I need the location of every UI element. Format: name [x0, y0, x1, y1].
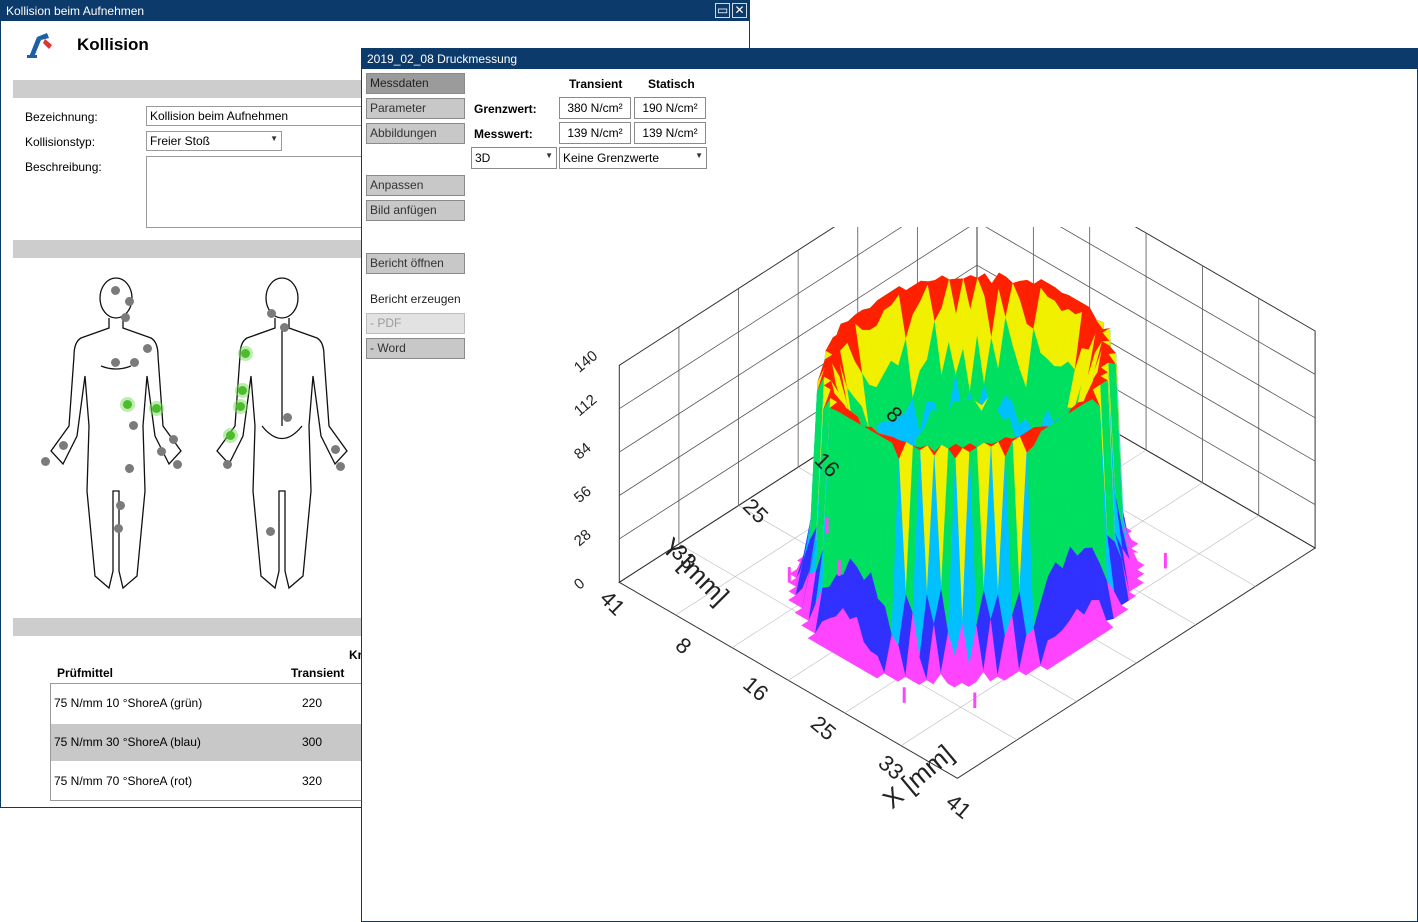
contact-point[interactable]: [143, 344, 152, 353]
chevron-down-icon: ▼: [545, 151, 553, 160]
messwert-transient-value: 139 N/cm²: [559, 122, 631, 144]
contact-point-active[interactable]: [236, 402, 245, 411]
contact-point[interactable]: [59, 441, 68, 450]
contact-point-active[interactable]: [226, 431, 235, 440]
pressure-window-titlebar[interactable]: 2019_02_08 Druckmessung: [362, 49, 1417, 69]
close-icon[interactable]: ✕: [732, 3, 747, 18]
limits-select[interactable]: Keine Grenzwerte ▼: [559, 147, 707, 169]
x-tick-label: 41: [941, 789, 976, 824]
z-tick-label: 28: [571, 526, 595, 550]
contact-point[interactable]: [266, 527, 275, 536]
beschreibung-textarea[interactable]: [146, 156, 376, 228]
collision-window-titlebar[interactable]: Kollision beim Aufnehmen ▭ ✕: [1, 1, 749, 21]
grenzwert-statisch-value: 190 N/cm²: [634, 97, 706, 119]
limits-value: Keine Grenzwerte: [563, 151, 660, 165]
contact-point-active[interactable]: [241, 349, 250, 358]
pressure-measurement-window: 2019_02_08 Druckmessung Messdaten Parame…: [361, 48, 1418, 922]
pressure-window-title: 2019_02_08 Druckmessung: [367, 52, 518, 66]
beschreibung-label: Beschreibung:: [25, 160, 102, 174]
nav-messdaten-button[interactable]: Messdaten: [366, 73, 465, 94]
app-header: Kollision: [25, 31, 149, 59]
z-tick-label: 0: [571, 575, 588, 593]
contact-point[interactable]: [125, 297, 134, 306]
table-row-selected[interactable]: 75 N/mm 30 °ShoreA (blau) 300: [51, 724, 369, 761]
table-header-pruefmittel: Prüfmittel: [57, 666, 114, 680]
contact-point[interactable]: [121, 313, 130, 322]
row-header-messwert: Messwert:: [474, 127, 533, 141]
nav-abbildungen-button[interactable]: Abbildungen: [366, 123, 465, 144]
table-row[interactable]: 75 N/mm 10 °ShoreA (grün) 220: [51, 685, 369, 722]
anpassen-button[interactable]: Anpassen: [366, 175, 465, 196]
contact-point-active[interactable]: [238, 386, 247, 395]
contact-point-active[interactable]: [152, 404, 161, 413]
contact-point[interactable]: [111, 358, 120, 367]
contact-point[interactable]: [41, 457, 50, 466]
table-cell-name: 75 N/mm 10 °ShoreA (grün): [54, 696, 203, 710]
contact-point[interactable]: [223, 460, 232, 469]
contact-point[interactable]: [129, 421, 138, 430]
table-header-transient: Transient: [291, 666, 345, 680]
kollisionstyp-label: Kollisionstyp:: [25, 135, 96, 149]
pressure-3d-plot[interactable]: 8162533418162533410285684112140Y [mm]X […: [452, 227, 1382, 917]
bezeichnung-label: Bezeichnung:: [25, 110, 98, 124]
view-mode-value: 3D: [475, 151, 491, 165]
contact-point[interactable]: [111, 286, 120, 295]
contact-point[interactable]: [125, 464, 134, 473]
messwert-statisch-value: 139 N/cm²: [634, 122, 706, 144]
bericht-oeffnen-button[interactable]: Bericht öffnen: [366, 253, 465, 274]
x-tick-label: 16: [738, 671, 773, 706]
table-cell-value: 320: [302, 774, 323, 788]
contact-point-active[interactable]: [123, 400, 132, 409]
x-tick-label: 8: [671, 632, 696, 659]
column-header-transient: Transient: [569, 77, 623, 91]
z-tick-label: 56: [571, 483, 595, 507]
row-header-grenzwert: Grenzwert:: [474, 102, 537, 116]
kollisionstyp-value: Freier Stoß: [150, 134, 211, 148]
contact-point[interactable]: [169, 435, 178, 444]
bericht-erzeugen-label: Bericht erzeugen: [370, 292, 461, 306]
contact-point[interactable]: [336, 462, 345, 471]
chevron-down-icon: ▼: [270, 134, 278, 143]
table-cell-value: 300: [302, 735, 323, 749]
pdf-button[interactable]: - PDF: [366, 313, 465, 334]
contact-point[interactable]: [280, 323, 289, 332]
y-tick-label: 41: [595, 585, 630, 620]
contact-point[interactable]: [157, 447, 166, 456]
contact-point[interactable]: [283, 413, 292, 422]
contact-point[interactable]: [130, 358, 139, 367]
maximize-icon[interactable]: ▭: [715, 3, 730, 18]
column-header-statisch: Statisch: [648, 77, 695, 91]
contact-point[interactable]: [331, 445, 340, 454]
contact-point[interactable]: [114, 524, 123, 533]
table-cell-value: 220: [302, 696, 323, 710]
y-tick-label: 25: [738, 493, 773, 528]
x-tick-label: 25: [806, 711, 841, 746]
view-mode-select[interactable]: 3D ▼: [471, 147, 557, 169]
contact-point[interactable]: [173, 460, 182, 469]
table-row[interactable]: 75 N/mm 70 °ShoreA (rot) 320: [51, 763, 369, 800]
bild-anfuegen-button[interactable]: Bild anfügen: [366, 200, 465, 221]
z-tick-label: 140: [571, 347, 601, 376]
grenzwert-transient-value: 380 N/cm²: [559, 97, 631, 119]
nav-parameter-button[interactable]: Parameter: [366, 98, 465, 119]
pruefmittel-table: 75 N/mm 10 °ShoreA (grün) 220 75 N/mm 30…: [50, 683, 370, 801]
window-controls: ▭ ✕: [715, 3, 747, 18]
contact-point[interactable]: [267, 309, 276, 318]
contact-point[interactable]: [116, 501, 125, 510]
y-axis-title: Y [mm]: [656, 532, 735, 611]
word-button[interactable]: - Word: [366, 338, 465, 359]
page-title: Kollision: [77, 35, 149, 54]
table-cell-name: 75 N/mm 70 °ShoreA (rot): [54, 774, 193, 788]
z-tick-label: 84: [571, 439, 595, 463]
bezeichnung-input[interactable]: Kollision beim Aufnehmen: [146, 106, 376, 126]
collision-window-title: Kollision beim Aufnehmen: [6, 4, 145, 18]
chevron-down-icon: ▼: [695, 151, 703, 160]
kollisionstyp-select[interactable]: Freier Stoß ▼: [146, 131, 282, 151]
z-tick-label: 112: [571, 391, 600, 419]
table-cell-name: 75 N/mm 30 °ShoreA (blau): [54, 735, 201, 749]
robot-logo-icon: [25, 31, 55, 59]
